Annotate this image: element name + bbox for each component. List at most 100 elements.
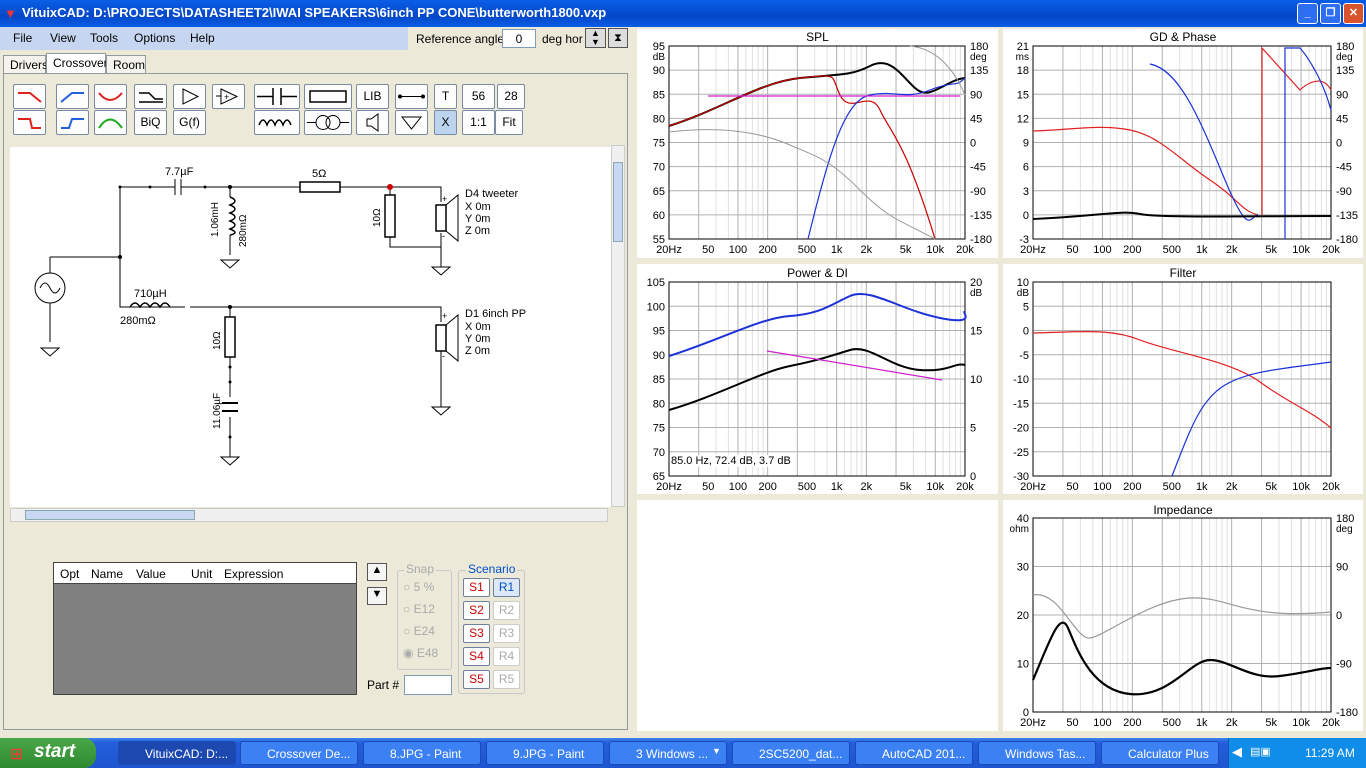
x-tick-label: 20k [1322, 481, 1340, 493]
y2-tick-label: 135 [970, 65, 988, 77]
clock: 11:29 AM [1305, 746, 1355, 760]
y-tick-label: 85 [653, 374, 665, 386]
y-tick-label: 12 [1017, 113, 1029, 125]
y-unit-label: ohm [1010, 524, 1029, 535]
y-tick-label: 80 [653, 113, 665, 125]
x-tick-label: 5k [1265, 717, 1277, 729]
x-tick-label: 20k [1322, 717, 1340, 729]
y-tick-label: 105 [647, 277, 665, 289]
response-curve [668, 348, 966, 411]
y-tick-label: 18 [1017, 65, 1029, 77]
x-tick-label: 10k [1292, 244, 1310, 256]
y2-tick-label: -90 [1336, 659, 1352, 671]
y-tick-label: 15 [1017, 89, 1029, 101]
task-windows-explorer[interactable]: 3 Windows ... [609, 741, 727, 765]
y2-tick-label: -135 [970, 210, 992, 222]
x-tick-label: 2k [1226, 481, 1238, 493]
y-tick-label: 80 [653, 398, 665, 410]
task-autocad[interactable]: AutoCAD 201... [855, 741, 973, 765]
x-tick-label: 50 [1066, 481, 1078, 493]
x-tick-label: 2k [1226, 717, 1238, 729]
x-tick-label: 2k [861, 244, 873, 256]
y2-tick-label: 135 [1336, 65, 1354, 77]
x-tick-label: 50 [1066, 717, 1078, 729]
x-tick-label: 200 [758, 481, 776, 493]
y2-tick-label: 90 [970, 89, 982, 101]
y-tick-label: -25 [1013, 447, 1029, 459]
x-tick-label: 10k [926, 481, 944, 493]
x-tick-label: 500 [798, 481, 816, 493]
y2-unit-label: dB [970, 288, 983, 299]
y-tick-label: 70 [653, 447, 665, 459]
task-pdf[interactable]: 2SC5200_dat... [732, 741, 850, 765]
y2-tick-label: 45 [1336, 113, 1348, 125]
x-tick-label: 100 [1093, 717, 1111, 729]
y-tick-label: 90 [653, 65, 665, 77]
x-tick-label: 100 [729, 481, 747, 493]
y2-tick-label: 90 [1336, 89, 1348, 101]
task-calculator[interactable]: Calculator Plus [1101, 741, 1219, 765]
y-tick-label: 100 [647, 301, 665, 313]
task-crossover[interactable]: Crossover De... [240, 741, 358, 765]
x-tick-label: 50 [1066, 244, 1078, 256]
y2-tick-label: 15 [970, 326, 982, 338]
x-tick-label: 2k [861, 481, 873, 493]
y-tick-label: 95 [653, 326, 665, 338]
y2-tick-label: 0 [1336, 610, 1342, 622]
response-curve [668, 129, 936, 240]
x-tick-label: 100 [729, 244, 747, 256]
x-tick-label: 5k [900, 244, 912, 256]
task-vituixcad[interactable]: VituixCAD: D:... [118, 741, 236, 765]
x-tick-label: 5k [900, 481, 912, 493]
x-tick-label: 1k [831, 481, 843, 493]
x-tick-label: 20Hz [656, 481, 682, 493]
response-curve [1032, 211, 1332, 220]
group-dropdown-icon[interactable]: ▼ [712, 746, 721, 756]
cursor-readout: 85.0 Hz, 72.4 dB, 3.7 dB [671, 455, 791, 467]
y2-unit-label: deg [1336, 52, 1353, 63]
task-paint-9[interactable]: 9.JPG - Paint [486, 741, 604, 765]
y-tick-label: 5 [1023, 301, 1029, 313]
y-tick-label: 70 [653, 162, 665, 174]
y-tick-label: 85 [653, 89, 665, 101]
y-tick-label: 60 [653, 210, 665, 222]
response-curve [1032, 594, 1332, 639]
task-task-manager[interactable]: Windows Tas... [978, 741, 1096, 765]
x-tick-label: 500 [1163, 244, 1181, 256]
x-tick-label: 1k [831, 244, 843, 256]
task-paint-8[interactable]: 8.JPG - Paint [363, 741, 481, 765]
response-curve [668, 292, 967, 357]
x-tick-label: 20Hz [1020, 244, 1046, 256]
y2-tick-label: 0 [970, 138, 976, 150]
x-tick-label: 100 [1093, 481, 1111, 493]
y-tick-label: -15 [1013, 398, 1029, 410]
x-tick-label: 5k [1265, 481, 1277, 493]
y-unit-label: dB [1017, 288, 1030, 299]
x-tick-label: 2k [1226, 244, 1238, 256]
y2-tick-label: -90 [1336, 186, 1352, 198]
response-curve [1032, 330, 1332, 429]
x-tick-label: 20Hz [1020, 481, 1046, 493]
y2-unit-label: deg [970, 52, 987, 63]
y2-tick-label: 0 [1336, 138, 1342, 150]
tray-expand-icon[interactable]: ◀ [1232, 744, 1242, 760]
y-tick-label: 0 [1023, 210, 1029, 222]
x-tick-label: 200 [1123, 481, 1141, 493]
x-tick-label: 200 [758, 244, 776, 256]
x-tick-label: 20Hz [656, 244, 682, 256]
x-tick-label: 10k [926, 244, 944, 256]
x-tick-label: 1k [1196, 481, 1208, 493]
network-icon[interactable]: ▤▣ [1250, 745, 1271, 758]
x-tick-label: 50 [702, 244, 714, 256]
y-tick-label: 30 [1017, 562, 1029, 574]
x-tick-label: 1k [1196, 717, 1208, 729]
y-tick-label: 90 [653, 350, 665, 362]
y-tick-label: 75 [653, 423, 665, 435]
graph-layer: 95908580757065605518013590450-45-90-135-… [647, 41, 1358, 729]
y-tick-label: 3 [1023, 186, 1029, 198]
y2-tick-label: 45 [970, 113, 982, 125]
y2-tick-label: 5 [970, 423, 976, 435]
y2-tick-label: -90 [970, 186, 986, 198]
x-tick-label: 20k [956, 481, 974, 493]
x-tick-label: 20k [1322, 244, 1340, 256]
